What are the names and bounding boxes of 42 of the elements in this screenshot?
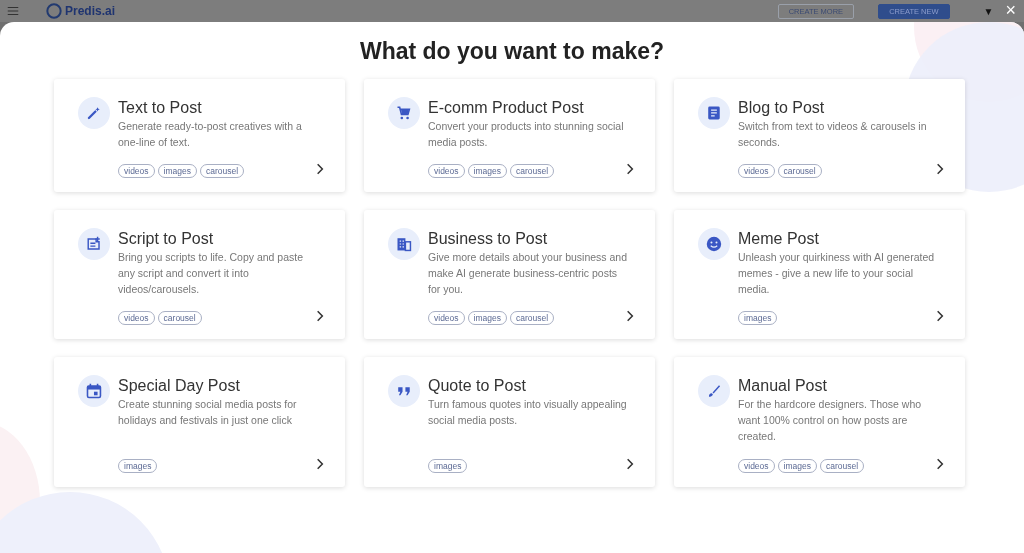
- dialog-title: What do you want to make?: [358, 38, 666, 65]
- cart-icon: [388, 97, 420, 129]
- post-type-card[interactable]: Text to Post Generate ready-to-post creatives with a one-line of text. videos images carousel: [54, 79, 345, 192]
- card-title: Business to Post: [428, 230, 549, 248]
- smiley-icon: [698, 228, 730, 260]
- post-type-card[interactable]: Script to Post Bring you scripts to life. Copy and paste any script and convert it into videos/carousels. videos carousel: [54, 210, 345, 339]
- card-title: Meme Post: [738, 230, 820, 248]
- post-type-card[interactable]: Manual Post For the hardcore designers. Those who want 100% control on how posts are created. videos images carousel: [674, 357, 965, 487]
- document-icon: [698, 97, 730, 129]
- wand-icon: [78, 97, 110, 129]
- card-description: Create stunning social media posts for holidays and festivals in just one click: [118, 397, 298, 428]
- brush-icon: [698, 375, 730, 407]
- card-description: Switch from text to videos & carousels in seconds.: [738, 119, 928, 150]
- card-description: Generate ready-to-post creatives with a one-line of text.: [118, 119, 303, 150]
- post-type-card[interactable]: Business to Post Give more details about your business and make AI generate business-centric posts for you. videos images carousel: [364, 210, 655, 339]
- card-title: Text to Post: [118, 99, 203, 117]
- card-description: Give more details about your business and make AI generate business-centric posts for you.: [428, 250, 629, 297]
- logo-text: Predis.ai: [65, 3, 116, 19]
- quote-icon: [388, 375, 420, 407]
- card-description: Convert your products into stunning social media posts.: [428, 119, 625, 150]
- building-icon: [388, 228, 420, 260]
- calendar-icon: [78, 375, 110, 407]
- post-type-card[interactable]: Meme Post Unleash your quirkiness with AI generated memes - give a new life to your social media. images: [674, 210, 965, 339]
- card-title: Manual Post: [738, 377, 828, 395]
- card-description: Unleash your quirkiness with AI generated memes - give a new life to your social media.: [738, 250, 936, 297]
- card-title: Special Day Post: [118, 377, 241, 395]
- note-add-icon: [78, 228, 110, 260]
- card-title: E-comm Product Post: [428, 99, 585, 117]
- card-description: Bring you scripts to life. Copy and paste any script and convert it into videos/carousels.: [118, 250, 304, 297]
- post-type-card[interactable]: Quote to Post Turn famous quotes into visually appealing social media posts. images: [364, 357, 655, 487]
- card-description: For the hardcore designers. Those who want 100% control on how posts are created.: [738, 397, 923, 444]
- menu-icon: [6, 4, 20, 18]
- post-type-card[interactable]: Special Day Post Create stunning social media posts for holidays and festivals in just one click images: [54, 357, 345, 487]
- close-button[interactable]: ×: [1005, 3, 1016, 17]
- card-title: Script to Post: [118, 230, 215, 248]
- card-title: Quote to Post: [428, 377, 527, 395]
- post-type-card[interactable]: E-comm Product Post Convert your products into stunning social media posts. videos images carousel: [364, 79, 655, 192]
- caret-icon[interactable]: ▼: [983, 5, 994, 19]
- card-description: Turn famous quotes into visually appealing social media posts.: [428, 397, 628, 428]
- post-type-card[interactable]: Blog to Post Switch from text to videos & carousels in seconds. videos carousel: [674, 79, 965, 192]
- logo-icon: [46, 3, 62, 19]
- card-title: Blog to Post: [738, 99, 826, 117]
